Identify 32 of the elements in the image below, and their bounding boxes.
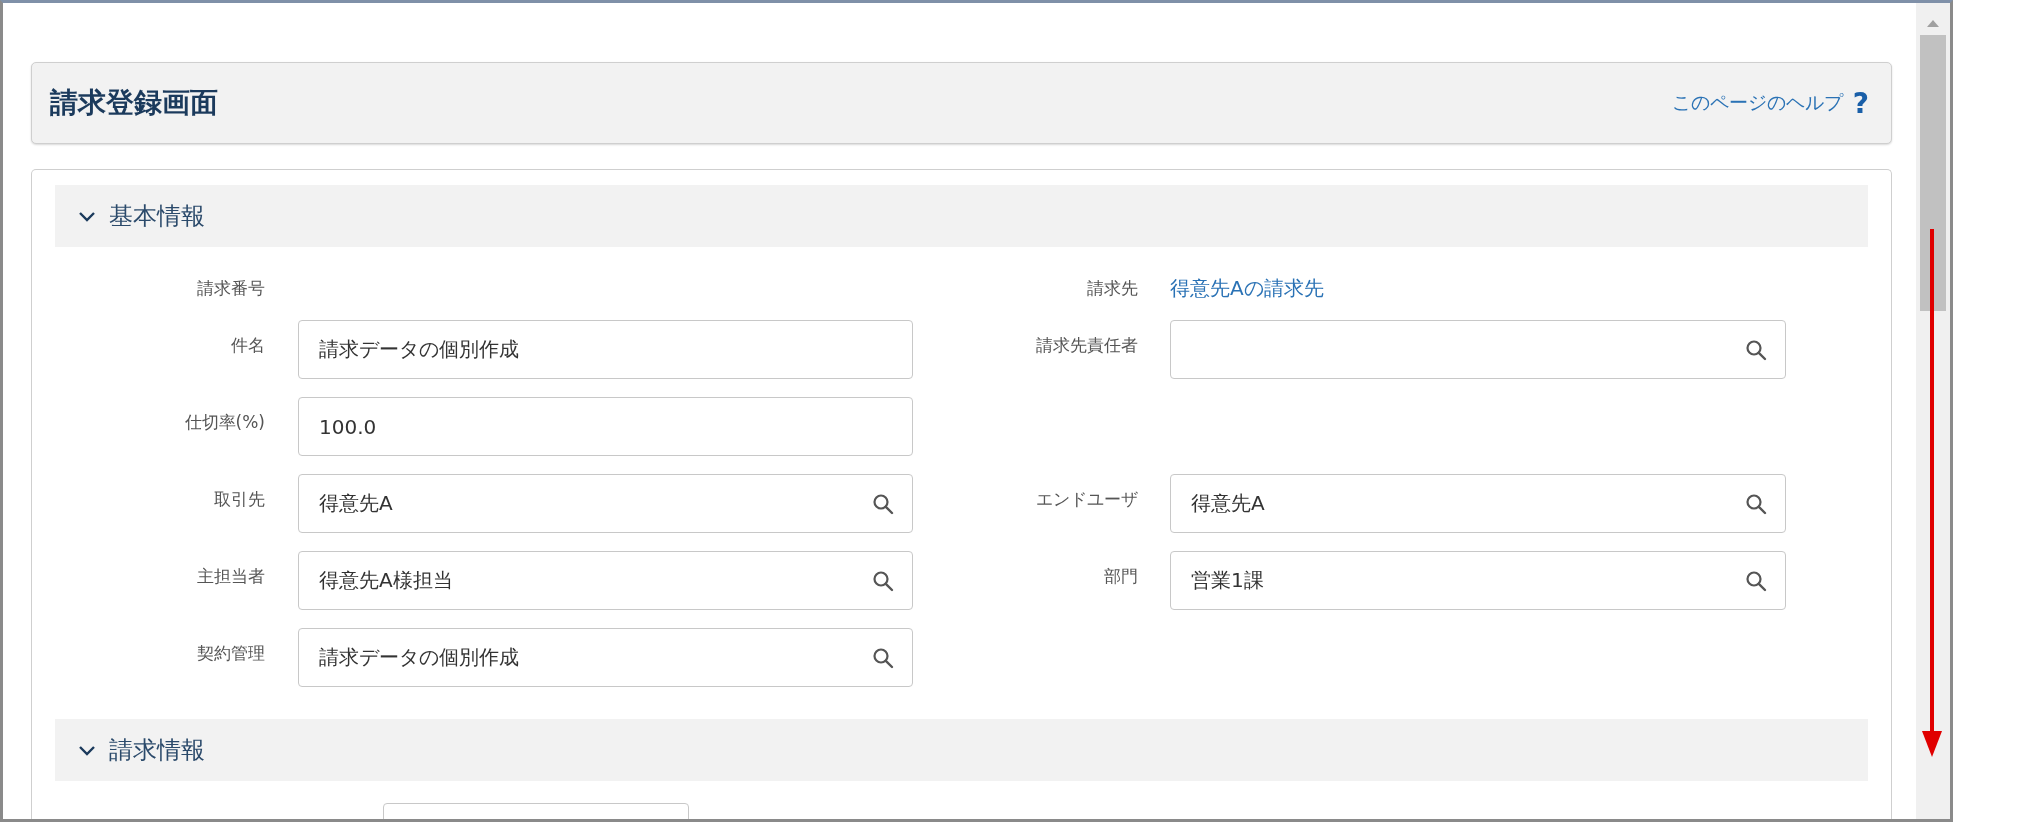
search-icon[interactable] [872, 569, 894, 592]
help-link[interactable]: このページのヘルプ [1671, 90, 1843, 116]
field-label: エンドユーザ [1036, 489, 1138, 509]
input-field[interactable] [1170, 320, 1786, 379]
section-header[interactable]: 基本情報 [55, 185, 1868, 247]
field-label: 主担当者 [197, 566, 265, 586]
page-title: 請求登録画面 [50, 85, 218, 121]
field-label: 請求番号 [197, 278, 265, 298]
scrollbar[interactable] [1916, 3, 1950, 819]
input-field[interactable]: 請求データの個別作成 [298, 628, 913, 687]
field-label: 契約管理 [197, 643, 265, 663]
billing-link[interactable]: 得意先Aの請求先 [1170, 276, 1324, 300]
field-label: 請求先責任者 [1036, 335, 1138, 355]
field-label: 件名 [231, 335, 265, 355]
search-icon[interactable] [1745, 569, 1767, 592]
input-field[interactable]: 営業1課 [1170, 551, 1786, 610]
search-icon[interactable] [1745, 492, 1767, 515]
field-label: 取引先 [214, 489, 265, 509]
input-field[interactable]: 得意先A [298, 474, 913, 533]
search-icon[interactable] [1745, 338, 1767, 361]
section-header[interactable]: 請求情報 [55, 719, 1868, 781]
search-icon[interactable] [872, 646, 894, 669]
input-field[interactable]: 得意先A様担当 [298, 551, 913, 610]
field-label: 仕切率(%) [184, 412, 265, 432]
search-icon[interactable] [872, 492, 894, 515]
input-field[interactable]: 得意先A [1170, 474, 1786, 533]
help-mark[interactable]: ? [1852, 86, 1869, 120]
input-field[interactable]: 100.0 [298, 397, 913, 456]
field-label: 部門 [1104, 566, 1138, 586]
field-label: 請求先 [1087, 278, 1138, 298]
scroll-thumb[interactable] [1920, 35, 1946, 311]
input-field[interactable]: 請求データの個別作成 [298, 320, 913, 379]
